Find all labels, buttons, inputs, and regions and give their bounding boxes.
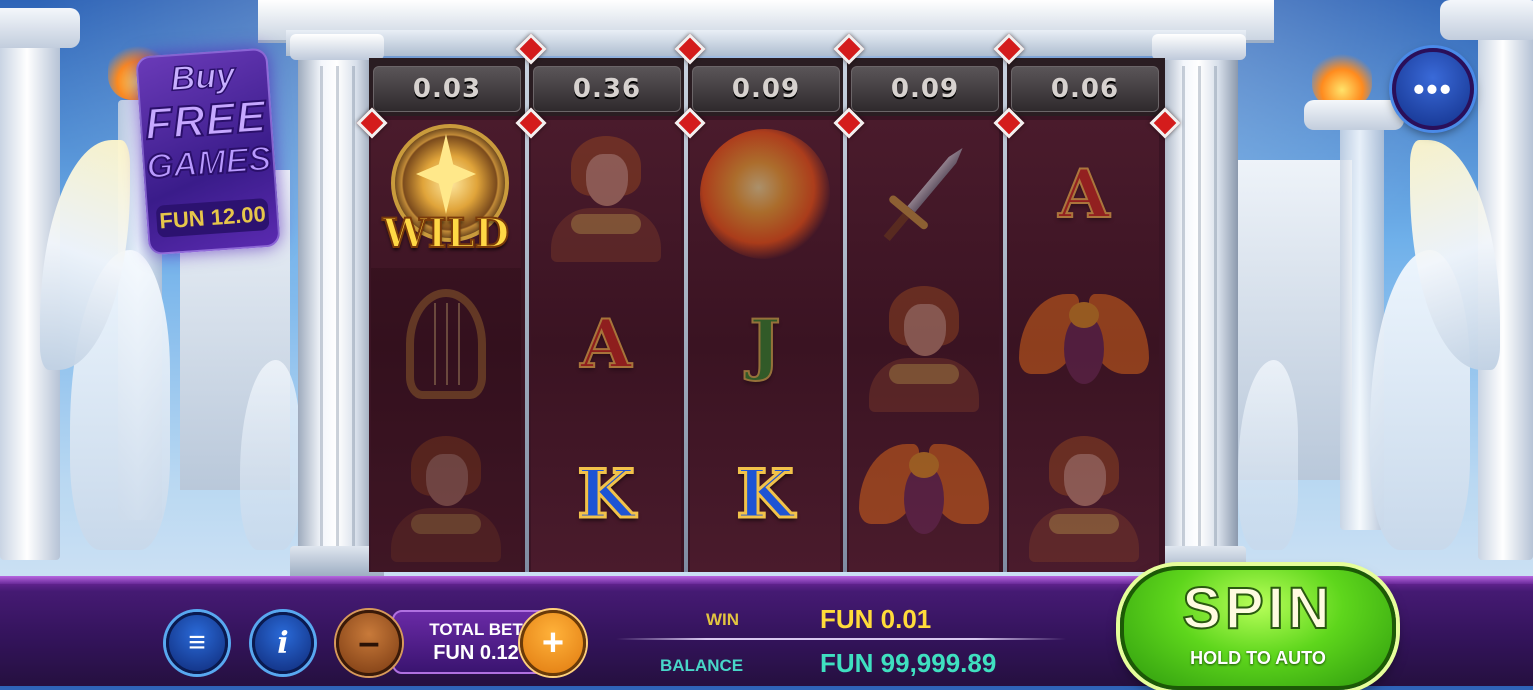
right-column-capital (1440, 0, 1533, 40)
buy-free-games-line3: GAMES (144, 139, 273, 188)
hero-portrait-icon (1019, 426, 1149, 562)
pillar-flute (320, 66, 323, 546)
symbol-hero (531, 120, 681, 268)
reel-multiplier-2: 0.36 (533, 66, 681, 112)
buy-free-games-price: FUN 12.00 (155, 197, 270, 238)
symbol-letter-k: K (531, 420, 681, 568)
reel-3: J K (690, 120, 840, 572)
hamburger-icon: ≡ (188, 626, 206, 659)
reel-1: WILD (371, 120, 521, 572)
dagger-grip (883, 212, 910, 242)
stats-divider (616, 638, 1066, 640)
symbol-lyre (371, 270, 521, 418)
pillar-flute (336, 66, 339, 546)
more-options-icon: ••• (1413, 70, 1453, 107)
symbol-hero (371, 420, 521, 568)
pillar-flute (1198, 66, 1201, 546)
hero-armor (411, 514, 481, 534)
letter-j-symbol: J (748, 305, 781, 383)
symbol-letter-k: K (690, 420, 840, 568)
hero-portrait-icon (541, 126, 671, 262)
buy-free-games-button[interactable]: Buy FREE GAMES FUN 12.00 (135, 47, 281, 256)
balance-label: BALANCE (660, 656, 744, 675)
wild-label: WILD (382, 209, 510, 258)
hero-armor (889, 364, 959, 384)
more-options-button[interactable]: ••• (1392, 48, 1474, 130)
pillar-flute (1214, 66, 1217, 546)
reel-multiplier-3: 0.09 (692, 66, 840, 112)
letter-a-symbol: A (1057, 155, 1110, 233)
hero-portrait-icon (859, 276, 989, 412)
balance-value: FUN 99,999.89 (820, 648, 997, 678)
letter-k-symbol: K (576, 455, 636, 533)
reel-4 (849, 120, 999, 572)
reel-multiplier-1: 0.03 (373, 66, 521, 112)
lyre-string (446, 303, 448, 385)
symbol-fire-sun (690, 120, 840, 268)
reel-multiplier-4: 0.09 (851, 66, 999, 112)
pillar-capital (290, 34, 384, 60)
lyre-string (434, 303, 436, 385)
dagger-icon (878, 142, 970, 247)
win-label: WIN (706, 610, 740, 629)
info-button[interactable]: i (252, 612, 314, 674)
golden-lyre-icon (406, 289, 486, 399)
symbol-hero (849, 270, 999, 418)
reel-grid: 0.03 0.36 0.09 0.09 0.06 WILD A K J K A (369, 58, 1165, 572)
info-icon: i (277, 625, 289, 661)
symbol-letter-a: A (531, 270, 681, 418)
reel-2: A K (531, 120, 681, 572)
reel-5: A (1009, 120, 1159, 572)
hero-armor (1049, 514, 1119, 534)
reel-multiplier-5: 0.06 (1011, 66, 1159, 112)
multiplier-row: 0.03 0.36 0.09 0.09 0.06 (369, 58, 1165, 116)
pillar-flute (1182, 66, 1185, 546)
spin-sublabel: HOLD TO AUTO (1190, 648, 1326, 668)
phoenix-head (909, 452, 939, 478)
symbol-hero (1009, 420, 1159, 568)
lyre-string (458, 303, 460, 385)
right-torch-capital (1304, 100, 1404, 130)
win-value: FUN 0.01 (820, 604, 932, 634)
fire-sun-icon (700, 129, 830, 259)
torch-flame-right (1312, 48, 1372, 108)
symbol-wild: WILD (371, 120, 521, 268)
wild-medallion-icon: WILD (371, 120, 521, 268)
hero-armor (571, 214, 641, 234)
phoenix-icon (1019, 284, 1149, 404)
phoenix-head (1069, 302, 1099, 328)
hero-portrait-icon (381, 426, 511, 562)
hero-face (426, 454, 468, 506)
letter-a-symbol: A (579, 305, 632, 383)
spin-button[interactable]: SPIN HOLD TO AUTO (1120, 566, 1396, 690)
letter-k-symbol: K (735, 455, 795, 533)
pillar-capital (1152, 34, 1246, 60)
symbol-letter-j: J (690, 270, 840, 418)
dagger-blade (907, 145, 966, 213)
hero-face (586, 154, 628, 206)
phoenix-icon (859, 434, 989, 554)
pillar-flute (352, 66, 355, 546)
hero-face (904, 304, 946, 356)
left-column-capital (0, 8, 80, 48)
hero-face (1064, 454, 1106, 506)
symbol-letter-a: A (1009, 120, 1159, 268)
spin-label: SPIN (1181, 576, 1334, 641)
hamburger-menu-button[interactable]: ≡ (166, 612, 228, 674)
symbol-dagger (849, 120, 999, 268)
symbol-phoenix (1009, 270, 1159, 418)
plus-icon: + (541, 622, 565, 664)
decrease-bet-button[interactable]: – (336, 610, 402, 676)
increase-bet-button[interactable]: + (520, 610, 586, 676)
symbol-phoenix (849, 420, 999, 568)
minus-icon: – (358, 622, 380, 664)
temple-architrave (286, 30, 1246, 56)
